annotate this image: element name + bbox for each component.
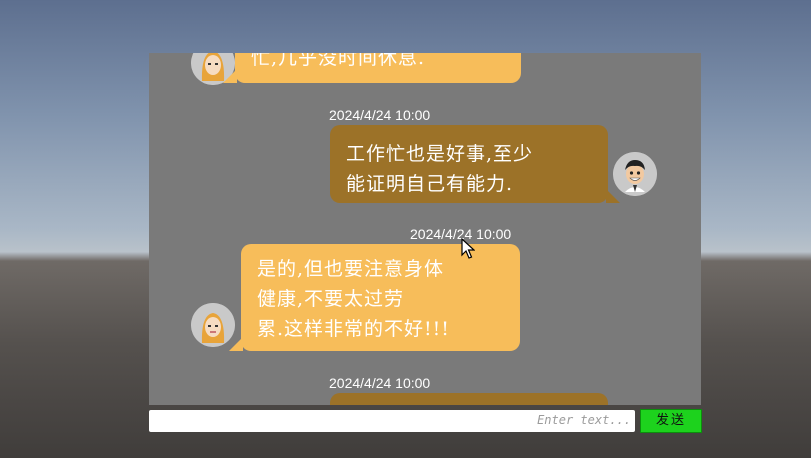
message-input[interactable]: Enter text... [149, 410, 635, 432]
message-bubble-right: 工作忙也是好事,至少 能证明自己有能力. [330, 125, 620, 203]
boy-avatar-icon [613, 152, 657, 196]
message-bubble-right [330, 393, 608, 405]
message-timestamp: 2024/4/24 10:00 [329, 375, 431, 391]
message-bubble-left: 是的,但也要注意身体 健康,不要太过劳 累.这样非常的不好!!! [229, 244, 520, 351]
message-timestamp: 2024/4/24 10:00 [329, 107, 431, 123]
girl-avatar-icon [191, 303, 235, 347]
input-placeholder: Enter text... [537, 413, 631, 427]
message-bubble-left: 忙,几乎没时间休息. [223, 53, 521, 83]
send-button[interactable]: 发送 [640, 409, 702, 433]
mouse-cursor-icon [461, 238, 475, 259]
chat-panel[interactable]: 忙,几乎没时间休息. 2024/4/24 10:00 工作忙也是好事,至少 能证… [149, 53, 701, 405]
